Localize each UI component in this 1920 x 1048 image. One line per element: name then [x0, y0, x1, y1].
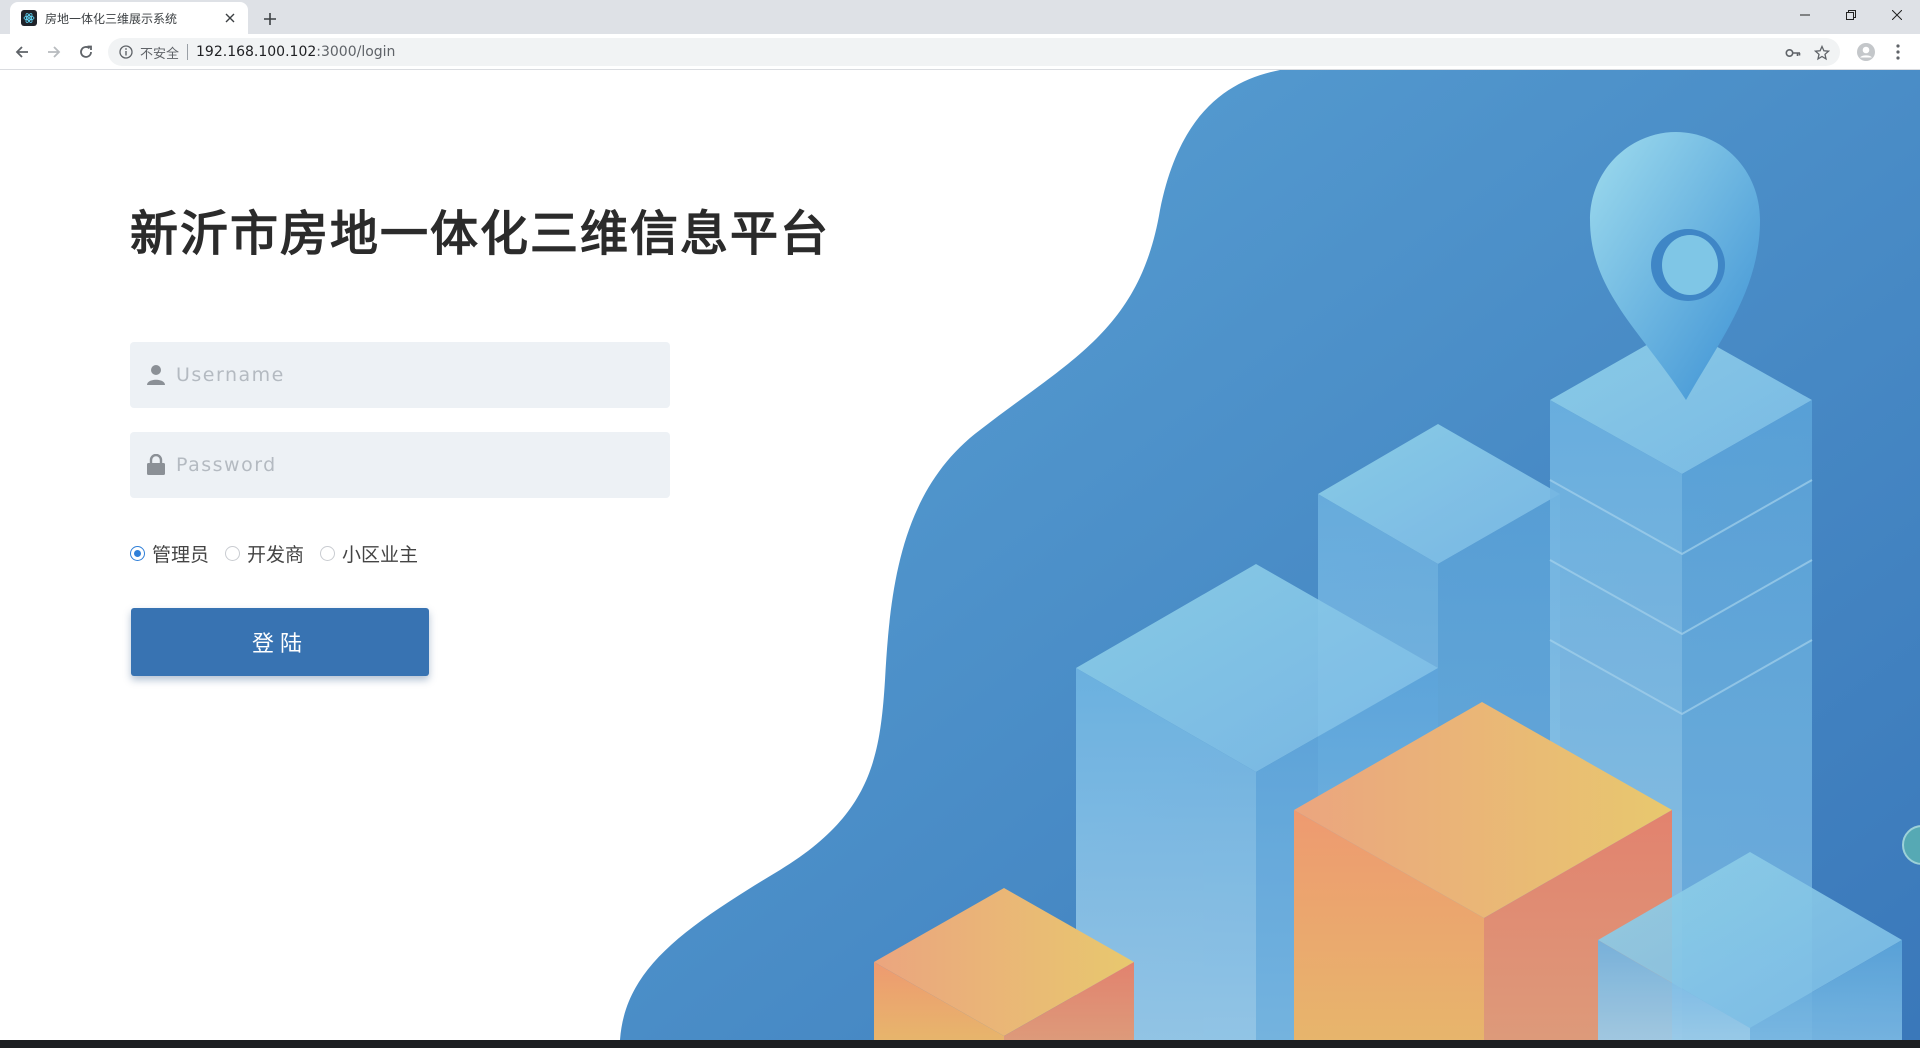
url-path: :3000/login [316, 44, 396, 60]
role-option-admin[interactable]: 管理员 [130, 540, 209, 567]
user-icon [144, 363, 168, 387]
tab-title: 房地一体化三维展示系统 [45, 11, 178, 26]
info-icon[interactable] [118, 44, 134, 60]
forward-icon[interactable] [40, 38, 68, 66]
browser-toolbar: 不安全 192.168.100.102:3000/login [0, 34, 1920, 70]
radio-owner[interactable] [320, 546, 336, 561]
key-icon[interactable] [1784, 44, 1802, 62]
back-icon[interactable] [8, 38, 36, 66]
role-label: 小区业主 [342, 544, 419, 566]
radio-developer[interactable] [225, 546, 241, 561]
browser-tab[interactable]: 房地一体化三维展示系统 [10, 2, 248, 34]
minimize-icon[interactable] [1782, 0, 1828, 30]
url-host: 192.168.100.102 [196, 44, 317, 60]
role-option-owner[interactable]: 小区业主 [320, 540, 418, 567]
password-input[interactable] [176, 454, 646, 476]
address-bar[interactable]: 不安全 192.168.100.102:3000/login [108, 38, 1840, 66]
close-window-icon[interactable] [1874, 0, 1920, 30]
role-option-developer[interactable]: 开发商 [225, 540, 304, 567]
browser-tabbar: 房地一体化三维展示系统 [0, 0, 1920, 34]
new-tab-button[interactable] [258, 7, 282, 31]
username-input[interactable] [176, 364, 646, 386]
address-separator [187, 44, 189, 60]
lock-icon [144, 453, 168, 477]
username-field[interactable] [130, 342, 670, 408]
os-taskbar [0, 1040, 1920, 1048]
page-title: 新沂市房地一体化三维信息平台 [130, 206, 831, 262]
login-button[interactable]: 登陆 [131, 608, 429, 676]
bookmark-star-icon[interactable] [1813, 44, 1831, 62]
role-radio-group: 管理员 开发商 小区业主 [130, 540, 434, 567]
profile-avatar-icon[interactable] [1852, 38, 1880, 66]
react-favicon-icon [21, 10, 37, 26]
role-label: 开发商 [247, 544, 305, 566]
reload-icon[interactable] [72, 38, 100, 66]
menu-kebab-icon[interactable] [1884, 38, 1912, 66]
role-label: 管理员 [152, 544, 210, 566]
tab-close-icon[interactable] [222, 10, 238, 26]
radio-admin[interactable] [130, 546, 145, 561]
security-label: 不安全 [140, 46, 180, 62]
password-field[interactable] [130, 432, 670, 498]
restore-icon[interactable] [1828, 0, 1874, 30]
login-page: 新沂市房地一体化三维信息平台 管理员 开发商 小区业主 登陆 [0, 70, 1920, 1040]
